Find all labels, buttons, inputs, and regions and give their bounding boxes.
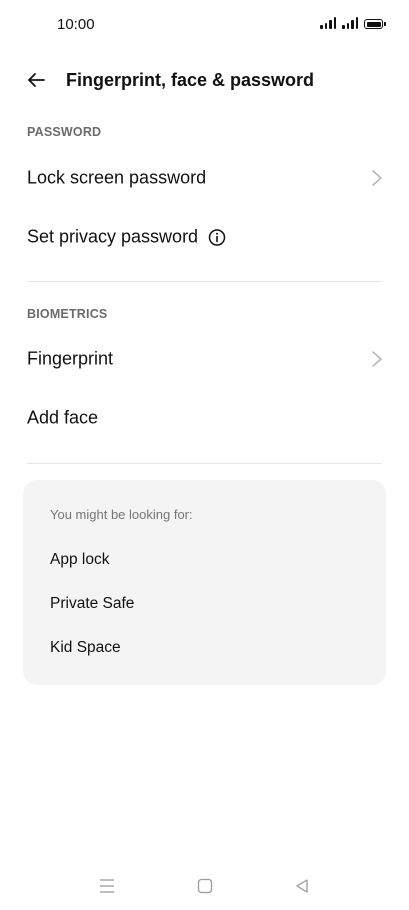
screen: 10:00 Fingerprint, face & password PASSW… — [0, 0, 409, 910]
set-privacy-password-row[interactable]: Set privacy password — [0, 209, 409, 265]
fingerprint-row[interactable]: Fingerprint — [0, 331, 409, 387]
suggestion-app-lock[interactable]: App lock — [50, 551, 109, 569]
suggestion-private-safe[interactable]: Private Safe — [50, 595, 134, 613]
divider — [27, 281, 382, 282]
info-icon[interactable] — [208, 228, 226, 246]
chevron-right-icon — [372, 351, 382, 367]
page-title: Fingerprint, face & password — [66, 70, 315, 90]
status-bar: 10:00 — [0, 0, 409, 50]
signal-icon — [320, 17, 336, 29]
suggestion-kid-space[interactable]: Kid Space — [50, 639, 121, 657]
menu-icon[interactable] — [99, 878, 115, 894]
suggestions-card: You might be looking for: App lock Priva… — [23, 480, 386, 685]
row-label-wrap: Set privacy password — [27, 227, 226, 248]
row-label: Fingerprint — [27, 348, 114, 369]
section-heading-password: PASSWORD — [27, 125, 102, 139]
chevron-right-icon — [372, 170, 382, 186]
section-heading-biometrics: BIOMETRICS — [27, 307, 108, 321]
home-icon[interactable] — [197, 878, 213, 894]
lock-screen-password-row[interactable]: Lock screen password — [0, 150, 409, 206]
back-triangle-icon[interactable] — [294, 878, 310, 894]
divider — [27, 463, 382, 464]
battery-icon — [364, 19, 386, 29]
arrow-left-icon[interactable] — [24, 68, 48, 92]
add-face-row[interactable]: Add face — [0, 390, 409, 446]
row-label: Lock screen password — [27, 167, 207, 188]
navigation-bar — [0, 860, 409, 910]
header: Fingerprint, face & password — [0, 60, 409, 100]
status-icons — [320, 17, 386, 29]
signal-icon — [342, 17, 358, 29]
status-time: 10:00 — [57, 16, 95, 33]
row-label: Set privacy password — [27, 226, 199, 247]
row-label: Add face — [27, 407, 99, 428]
suggestions-heading: You might be looking for: — [50, 507, 193, 522]
